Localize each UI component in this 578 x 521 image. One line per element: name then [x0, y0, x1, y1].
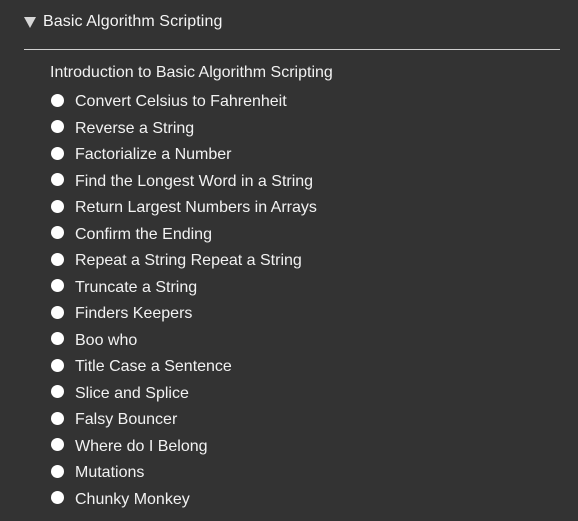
challenge-label: Convert Celsius to Fahrenheit [75, 93, 287, 111]
intro-link[interactable]: Introduction to Basic Algorithm Scriptin… [50, 64, 333, 82]
challenge-item[interactable]: Find the Longest Word in a String [50, 169, 317, 196]
incomplete-circle-icon [51, 93, 64, 107]
challenge-label: Return Largest Numbers in Arrays [75, 199, 317, 217]
incomplete-circle-icon [51, 305, 64, 319]
incomplete-circle-icon [51, 279, 64, 293]
challenge-label: Find the Longest Word in a String [75, 172, 314, 190]
incomplete-circle-icon [51, 411, 64, 425]
section-header-toggle[interactable]: Basic Algorithm Scripting [24, 10, 222, 34]
challenge-item[interactable]: Chunky Monkey [50, 487, 317, 514]
incomplete-circle-icon [51, 464, 64, 478]
challenge-item[interactable]: Boo who [50, 328, 317, 355]
challenge-label: Confirm the Ending [75, 225, 212, 243]
challenge-label: Mutations [75, 464, 145, 482]
challenge-label: Truncate a String [75, 278, 198, 296]
challenge-label: Repeat a String Repeat a String [75, 252, 302, 270]
incomplete-circle-icon [51, 199, 64, 213]
incomplete-circle-icon [51, 120, 64, 134]
challenge-label: Where do I Belong [75, 437, 208, 455]
challenge-item[interactable]: Slice and Splice [50, 381, 317, 408]
incomplete-circle-icon [51, 146, 64, 160]
challenge-item[interactable]: Truncate a String [50, 275, 317, 302]
challenge-item[interactable]: Factorialize a Number [50, 142, 317, 169]
challenge-item[interactable]: Confirm the Ending [50, 222, 317, 249]
caret-down-icon [24, 17, 36, 28]
challenge-label: Chunky Monkey [75, 490, 190, 508]
challenge-item[interactable]: Falsy Bouncer [50, 407, 317, 434]
divider [24, 49, 560, 50]
incomplete-circle-icon [51, 438, 64, 452]
incomplete-circle-icon [51, 332, 64, 346]
challenge-item[interactable]: Convert Celsius to Fahrenheit [50, 89, 317, 116]
incomplete-circle-icon [51, 252, 64, 266]
challenge-item[interactable]: Where do I Belong [50, 434, 317, 461]
incomplete-circle-icon [51, 385, 64, 399]
challenge-label: Slice and Splice [75, 384, 189, 402]
challenge-item[interactable]: Finders Keepers [50, 301, 317, 328]
challenge-item[interactable]: Reverse a String [50, 116, 317, 143]
challenge-label: Boo who [75, 331, 138, 349]
incomplete-circle-icon [51, 226, 64, 240]
incomplete-circle-icon [51, 358, 64, 372]
section-title: Basic Algorithm Scripting [43, 13, 223, 30]
challenge-item[interactable]: Mutations [50, 460, 317, 487]
incomplete-circle-icon [51, 173, 64, 187]
challenge-list: Convert Celsius to Fahrenheit Reverse a S… [50, 89, 317, 513]
challenge-label: Finders Keepers [75, 305, 193, 323]
challenge-item[interactable]: Title Case a Sentence [50, 354, 317, 381]
challenge-item[interactable]: Repeat a String Repeat a String [50, 248, 317, 275]
curriculum-panel: Basic Algorithm Scripting Introduction t… [0, 0, 578, 521]
incomplete-circle-icon [51, 491, 64, 505]
challenge-label: Falsy Bouncer [75, 411, 178, 429]
challenge-label: Title Case a Sentence [75, 358, 232, 376]
challenge-label: Reverse a String [75, 119, 195, 137]
challenge-item[interactable]: Return Largest Numbers in Arrays [50, 195, 317, 222]
challenge-label: Factorialize a Number [75, 146, 232, 164]
